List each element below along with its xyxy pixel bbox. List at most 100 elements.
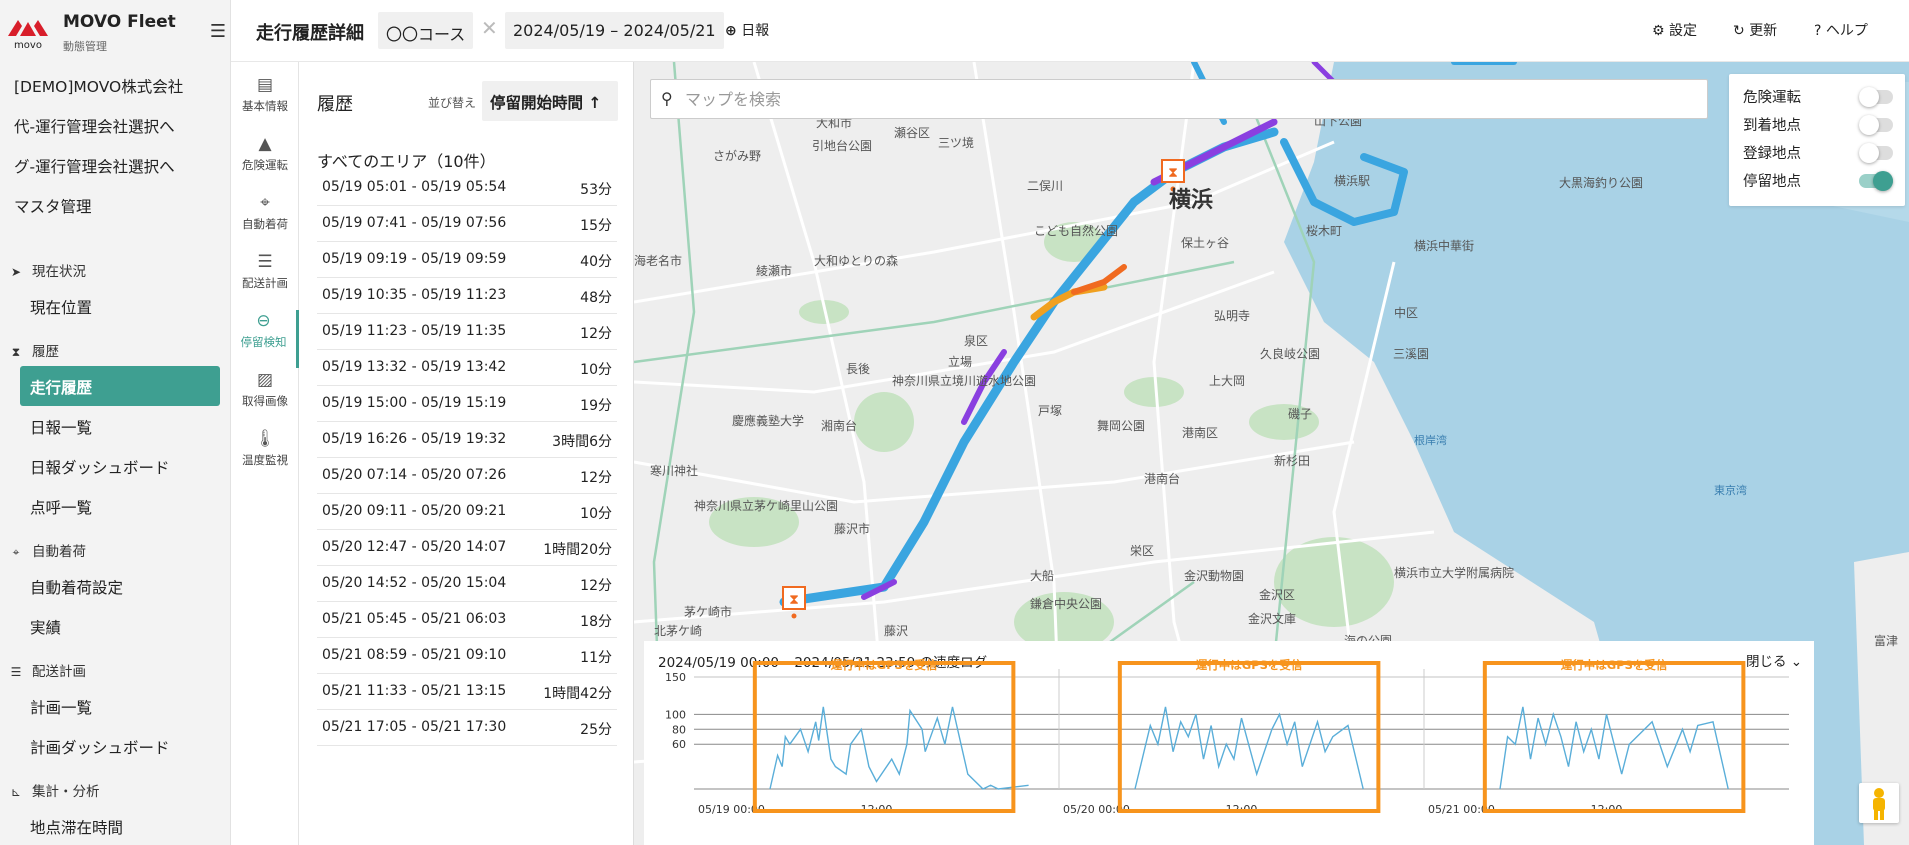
- sidebar-link-master[interactable]: マスタ管理: [14, 195, 92, 217]
- history-row[interactable]: 05/21 08:59 - 05/21 09:10 11分: [317, 638, 617, 674]
- history-row-duration: 3時間6分: [552, 434, 612, 450]
- map-label: こども自然公園: [1034, 224, 1119, 238]
- map-label: 神奈川県立境川遊水地公園: [892, 374, 1037, 388]
- layer-toggles: 危険運転 到着地点 登録地点 停留地点: [1729, 74, 1905, 206]
- map-label: 藤沢: [884, 624, 909, 638]
- history-row[interactable]: 05/20 12:47 - 05/20 14:07 1時間20分: [317, 530, 617, 566]
- history-row[interactable]: 05/19 13:32 - 05/19 13:42 10分: [317, 350, 617, 386]
- history-row[interactable]: 05/19 09:19 - 05/19 09:59 40分: [317, 242, 617, 278]
- tool-stop-detection[interactable]: ⊖ 停留検知: [231, 310, 299, 368]
- image-icon: ▨: [256, 370, 274, 390]
- clear-course-icon[interactable]: ✕: [481, 16, 498, 40]
- sidebar-link-daiko[interactable]: 代-運行管理会社選択へ: [14, 115, 175, 137]
- navigation-arrow-icon: ➤: [10, 265, 22, 279]
- history-row-time: 05/21 08:59 - 05/21 09:10: [322, 647, 507, 663]
- map-label: 北茅ケ崎: [654, 624, 703, 638]
- app-logo[interactable]: movo MOVO Fleet 動態管理: [0, 0, 231, 62]
- history-title: 履歴: [317, 94, 353, 115]
- map-label: 東京湾: [1714, 484, 1747, 497]
- list-icon: ☰: [257, 252, 273, 272]
- area-title: すべてのエリア（10件）: [317, 152, 496, 171]
- street-view-pegman-icon[interactable]: [1859, 783, 1899, 823]
- history-row[interactable]: 05/19 16:26 - 05/19 19:32 3時間6分: [317, 422, 617, 458]
- toggle-knob: [1859, 115, 1879, 135]
- map-label: 湘南台: [821, 419, 858, 433]
- map-label: 神奈川県立茅ケ崎里山公園: [694, 499, 839, 513]
- y-tick-label: 60: [672, 738, 686, 751]
- daily-report-button[interactable]: ⊕ 日報: [725, 20, 769, 40]
- history-row[interactable]: 05/19 05:01 - 05/19 05:54 53分: [317, 170, 617, 206]
- sidebar-item-plan-list[interactable]: 計画一覧: [30, 696, 92, 718]
- map-label: 大和ゆとりの森: [814, 254, 899, 268]
- layer-toggle[interactable]: [1859, 115, 1893, 135]
- sidebar-item-stay-time[interactable]: 地点滞在時間: [30, 816, 123, 838]
- movo-logo-icon: movo: [8, 20, 48, 50]
- sidebar-item-plan-dashboard[interactable]: 計画ダッシュボード: [30, 736, 170, 758]
- tool-delivery-plan[interactable]: ☰ 配送計画: [231, 251, 299, 309]
- tool-temperature[interactable]: 🌡︎ 温度監視: [231, 428, 299, 486]
- history-row[interactable]: 05/20 09:11 - 05/20 09:21 10分: [317, 494, 617, 530]
- history-row-time: 05/20 14:52 - 05/20 15:04: [322, 575, 507, 591]
- history-row-duration: 1時間20分: [543, 542, 612, 558]
- map-label: 泉区: [964, 334, 989, 348]
- layer-label: 登録地点: [1743, 146, 1801, 162]
- map-label: 舞岡公園: [1097, 419, 1146, 433]
- history-row[interactable]: 05/19 10:35 - 05/19 11:23 48分: [317, 278, 617, 314]
- history-row[interactable]: 05/19 07:41 - 05/19 07:56 15分: [317, 206, 617, 242]
- sidebar-item-rollcall[interactable]: 点呼一覧: [30, 496, 92, 518]
- y-tick-label: 150: [665, 671, 686, 684]
- speed-chart: 608010015005/19 00:00 12:00 05/20 00:00 12:…: [665, 658, 1789, 816]
- map-search-input[interactable]: [685, 85, 1685, 113]
- history-row[interactable]: 05/21 17:05 - 05/21 17:30 25分: [317, 710, 617, 746]
- sidebar-item-current-location[interactable]: 現在位置: [30, 296, 92, 318]
- history-row-time: 05/21 11:33 - 05/21 13:15: [322, 683, 507, 699]
- refresh-button[interactable]: ↻ 更新: [1733, 20, 1777, 40]
- map-label: 久良岐公園: [1260, 347, 1321, 361]
- layer-toggle[interactable]: [1859, 143, 1893, 163]
- tool-dangerous-driving[interactable]: ▲ 危険運転: [231, 133, 299, 191]
- history-row[interactable]: 05/20 07:14 - 05/20 07:26 12分: [317, 458, 617, 494]
- history-row[interactable]: 05/20 14:52 - 05/20 15:04 12分: [317, 566, 617, 602]
- date-range-chip[interactable]: 2024/05/19 – 2024/05/21: [505, 12, 724, 49]
- history-row[interactable]: 05/21 05:45 - 05/21 06:03 18分: [317, 602, 617, 638]
- layer-toggle[interactable]: [1859, 171, 1893, 191]
- tool-basic-info[interactable]: ▤ 基本情報: [231, 74, 299, 132]
- menu-toggle-icon[interactable]: ☰: [205, 22, 231, 42]
- history-row[interactable]: 05/19 11:23 - 05/19 11:35 12分: [317, 314, 617, 350]
- history-panel: 履歴 並び替え 停留開始時間 ↑ すべてのエリア（10件） 05/19 05:0…: [299, 62, 634, 845]
- app-brand-sub: 動態管理: [63, 40, 107, 53]
- history-row[interactable]: 05/21 11:33 - 05/21 13:15 1時間42分: [317, 674, 617, 710]
- sidebar-link-group[interactable]: グ-運行管理会社選択へ: [14, 155, 175, 177]
- sort-button[interactable]: 停留開始時間 ↑: [482, 81, 618, 121]
- layer-toggle[interactable]: [1859, 87, 1893, 107]
- sidebar-item-auto-arrival-settings[interactable]: 自動着荷設定: [30, 576, 123, 598]
- sidebar-item-daily-dashboard[interactable]: 日報ダッシュボード: [30, 456, 170, 478]
- y-tick-label: 100: [665, 708, 686, 721]
- sidebar-section-history: ⧗ 履歴: [8, 340, 59, 360]
- settings-button[interactable]: ⚙ 設定: [1652, 20, 1697, 40]
- sidebar-item-daily-reports[interactable]: 日報一覧: [30, 416, 92, 438]
- map-label: 大黒海釣り公園: [1559, 176, 1644, 190]
- company-name[interactable]: [DEMO]MOVO株式会社: [14, 75, 183, 97]
- stop-marker[interactable]: ⧗: [782, 586, 806, 619]
- help-button[interactable]: ? ヘルプ: [1814, 20, 1868, 40]
- map-label: 瀬谷区: [894, 126, 931, 140]
- course-chip[interactable]: 〇〇コース: [378, 12, 474, 49]
- toggle-knob: [1873, 171, 1893, 191]
- map-label: 藤沢市: [834, 522, 871, 536]
- map-label: 金沢区: [1259, 588, 1296, 602]
- history-row-time: 05/20 09:11 - 05/20 09:21: [322, 503, 507, 519]
- history-row[interactable]: 05/19 15:00 - 05/19 15:19 19分: [317, 386, 617, 422]
- plus-circle-icon: ⊕: [725, 23, 737, 39]
- tool-auto-arrival[interactable]: ⌖ 自動着荷: [231, 192, 299, 250]
- sidebar-item-driving-history[interactable]: 走行履歴: [20, 366, 220, 406]
- tool-captured-images[interactable]: ▨ 取得画像: [231, 369, 299, 427]
- map-label: 新杉田: [1274, 454, 1311, 468]
- map-label: 寒川神社: [650, 464, 699, 478]
- sidebar-section-status: ➤ 現在状況: [8, 260, 86, 280]
- svg-text:movo: movo: [14, 40, 42, 50]
- sidebar-item-results[interactable]: 実績: [30, 616, 61, 638]
- map[interactable]: ⧗ ⧗ 横浜 大和市 引地台公園 瀬谷区 三ツ境 さがみ野 綾瀬市 大和ゆとりの…: [634, 62, 1909, 845]
- svg-text:⧗: ⧗: [789, 592, 799, 608]
- app-brand: MOVO Fleet: [63, 12, 176, 32]
